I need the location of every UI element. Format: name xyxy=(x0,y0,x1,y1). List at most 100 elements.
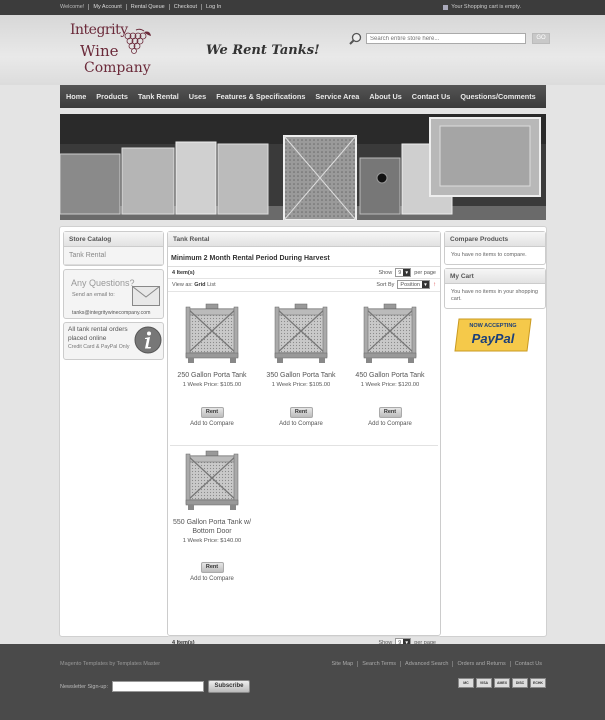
tanks-warehouse-image xyxy=(60,114,546,220)
rent-button[interactable]: Rent xyxy=(200,407,224,418)
chevron-down-icon: ▼ xyxy=(422,281,429,288)
view-mode: View as: Grid List xyxy=(172,282,216,288)
account-links: Welcome! My Account Rental Queue Checkou… xyxy=(60,4,225,10)
paypal-logo[interactable]: NOW ACCEPTING PayPal xyxy=(453,318,533,352)
cart-icon xyxy=(443,4,449,10)
product-price: 1 Week Price: $140.00 xyxy=(182,538,242,544)
compare-products-block: Compare Products You have no items to co… xyxy=(444,231,546,265)
add-to-compare-link[interactable]: Add to Compare xyxy=(257,421,345,427)
store-catalog-title: Store Catalog xyxy=(64,232,163,247)
grapes-icon xyxy=(124,28,151,54)
logo[interactable]: Integrity Wine Company xyxy=(68,20,160,82)
search-icon xyxy=(349,32,362,45)
newsletter-label: Newsletter Sign-up: xyxy=(60,683,108,690)
footer-link-contact-us[interactable]: Contact Us xyxy=(509,661,546,667)
sort-select[interactable]: Position▼ xyxy=(397,280,430,289)
product-price: 1 Week Price: $105.00 xyxy=(271,382,331,388)
footer-links: Site Map Search Terms Advanced Search Or… xyxy=(328,661,547,667)
rent-button[interactable]: Rent xyxy=(200,562,224,573)
store-catalog-block: Store Catalog Tank Rental xyxy=(63,231,164,266)
sort-value: Position xyxy=(400,281,420,288)
limit-select[interactable]: 9 ▼ xyxy=(395,268,412,277)
newsletter-email-input[interactable] xyxy=(112,681,204,692)
payment-methods-text: Credit Card & PayPal Only xyxy=(68,344,130,350)
footer-link-site-map[interactable]: Site Map xyxy=(328,661,358,667)
checkout-link[interactable]: Checkout xyxy=(168,4,201,10)
footer-link-orders-returns[interactable]: Orders and Returns xyxy=(452,661,509,667)
product-price: 1 Week Price: $120.00 xyxy=(360,382,420,388)
right-sidebar: Compare Products You have no items to co… xyxy=(444,231,546,354)
product-price: 1 Week Price: $105.00 xyxy=(182,382,242,388)
search-go-button[interactable]: GO xyxy=(532,33,550,44)
any-questions-title: Any Questions? xyxy=(71,278,135,288)
cart-status-text: Your Shopping cart is empty. xyxy=(451,4,521,10)
my-account-link[interactable]: My Account xyxy=(88,4,125,10)
contact-email-link[interactable]: tanks@integritywinecompany.com xyxy=(72,310,150,316)
product-name[interactable]: 550 Gallon Porta Tank w/ Bottom Door xyxy=(168,518,256,536)
footer: Magento Templates by Templates Master Si… xyxy=(0,644,605,720)
subscribe-button[interactable]: Subscribe xyxy=(208,680,250,693)
send-email-label: Send an email to: xyxy=(72,292,115,298)
item-count: 4 Item(s) xyxy=(172,270,195,276)
logo-line-3: Company xyxy=(84,60,151,76)
my-cart-title: My Cart xyxy=(445,269,545,284)
row-divider xyxy=(170,445,438,446)
sorter-toolbar-top: View as: Grid List Sort By Position ▼ ↑ xyxy=(168,279,440,292)
login-link[interactable]: Log In xyxy=(201,4,225,10)
visa-icon: VISA xyxy=(476,678,492,688)
product-card: 350 Gallon Porta Tank 1 Week Price: $105… xyxy=(257,302,345,427)
footer-link-search-terms[interactable]: Search Terms xyxy=(357,661,400,667)
footer-link-advanced-search[interactable]: Advanced Search xyxy=(400,661,452,667)
view-grid-option[interactable]: Grid xyxy=(194,282,205,288)
view-list-link[interactable]: List xyxy=(207,282,216,288)
paypal-tagline: NOW ACCEPTING xyxy=(469,323,516,329)
add-to-compare-link[interactable]: Add to Compare xyxy=(168,576,256,582)
product-name[interactable]: 350 Gallon Porta Tank xyxy=(257,371,345,380)
sort-by-label: Sort By xyxy=(376,281,395,288)
rent-button[interactable]: Rent xyxy=(378,407,402,418)
envelope-icon xyxy=(132,286,160,306)
add-to-compare-link[interactable]: Add to Compare xyxy=(346,421,434,427)
product-image[interactable] xyxy=(360,302,420,364)
rental-queue-link[interactable]: Rental Queue xyxy=(125,4,169,10)
sort-direction-arrow-icon[interactable]: ↑ xyxy=(433,282,436,288)
chevron-down-icon: ▼ xyxy=(403,269,411,276)
nav-service-area[interactable]: Service Area xyxy=(315,92,359,101)
copyright-text: Magento Templates by Templates Master xyxy=(60,661,161,667)
main-nav: Home Products Tank Rental Uses Features … xyxy=(60,85,546,108)
newsletter-form: Newsletter Sign-up: Subscribe xyxy=(60,680,250,693)
info-icon xyxy=(134,326,162,354)
product-name[interactable]: 250 Gallon Porta Tank xyxy=(168,371,256,380)
search-form: GO xyxy=(349,32,550,45)
pager-toolbar-top: 4 Item(s) Show 9 ▼ per page xyxy=(168,266,440,279)
nav-tank-rental[interactable]: Tank Rental xyxy=(138,92,179,101)
logo-line-1: Integrity xyxy=(70,22,128,38)
welcome-text: Welcome! xyxy=(60,4,85,10)
hero-banner-image xyxy=(60,114,546,220)
per-page-label: per page xyxy=(414,269,436,276)
nav-questions-comments[interactable]: Questions/Comments xyxy=(460,92,535,101)
add-to-compare-link[interactable]: Add to Compare xyxy=(168,421,256,427)
header: Integrity Wine Company We Rent Tanks! GO xyxy=(0,15,605,85)
main-container: Store Catalog Tank Rental Any Questions?… xyxy=(59,226,547,662)
product-image[interactable] xyxy=(182,302,242,364)
nav-home[interactable]: Home xyxy=(66,92,86,101)
product-image[interactable] xyxy=(271,302,331,364)
nav-uses[interactable]: Uses xyxy=(189,92,206,101)
catalog-item-tank-rental[interactable]: Tank Rental xyxy=(64,247,163,265)
my-cart-block: My Cart You have no items in your shoppi… xyxy=(444,268,546,309)
nav-contact-us[interactable]: Contact Us xyxy=(412,92,451,101)
echeck-icon: ECHK xyxy=(530,678,546,688)
mini-cart-status[interactable]: Your Shopping cart is empty. xyxy=(443,4,521,10)
nav-about-us[interactable]: About Us xyxy=(369,92,401,101)
logo-line-2: Wine xyxy=(80,42,119,60)
category-description: Minimum 2 Month Rental Period During Har… xyxy=(171,255,330,262)
nav-products[interactable]: Products xyxy=(96,92,128,101)
rent-button[interactable]: Rent xyxy=(289,407,313,418)
nav-features-specs[interactable]: Features & Specifications xyxy=(216,92,305,101)
product-image[interactable] xyxy=(182,449,242,511)
limit-value: 9 xyxy=(398,269,402,276)
search-input[interactable] xyxy=(366,33,526,44)
top-bar: Welcome! My Account Rental Queue Checkou… xyxy=(0,0,605,15)
product-name[interactable]: 450 Gallon Porta Tank xyxy=(346,371,434,380)
